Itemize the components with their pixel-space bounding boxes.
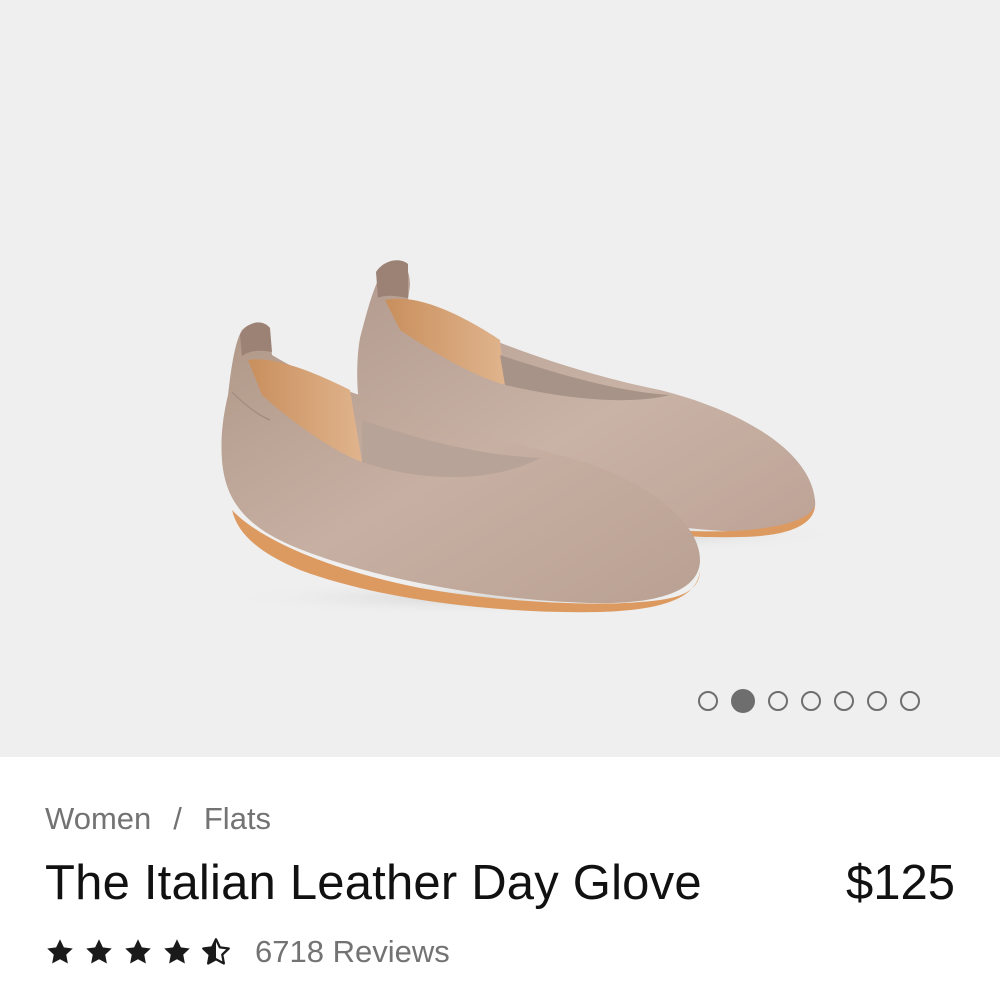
product-title: The Italian Leather Day Glove <box>45 856 702 910</box>
star-full-icon <box>45 937 75 967</box>
star-rating <box>45 937 231 967</box>
carousel-dot-active[interactable] <box>731 689 755 713</box>
carousel-dot[interactable] <box>768 691 788 711</box>
product-image[interactable] <box>0 0 1000 757</box>
star-full-icon <box>162 937 192 967</box>
star-full-icon <box>123 937 153 967</box>
carousel-dot[interactable] <box>834 691 854 711</box>
star-full-icon <box>84 937 114 967</box>
carousel-dot[interactable] <box>867 691 887 711</box>
product-info: Women / Flats The Italian Leather Day Gl… <box>45 757 955 1000</box>
breadcrumb-flats[interactable]: Flats <box>204 801 271 837</box>
reviews-count-link[interactable]: 6718 Reviews <box>255 934 450 970</box>
product-gallery[interactable] <box>0 0 1000 757</box>
breadcrumb: Women / Flats <box>45 801 271 837</box>
product-price: $125 <box>845 856 955 910</box>
rating-summary[interactable]: 6718 Reviews <box>45 934 450 970</box>
star-half-icon <box>201 937 231 967</box>
carousel-dot[interactable] <box>900 691 920 711</box>
breadcrumb-separator: / <box>173 801 182 836</box>
breadcrumb-women[interactable]: Women <box>45 801 151 837</box>
carousel-dots <box>698 689 920 717</box>
carousel-dot[interactable] <box>801 691 821 711</box>
carousel-dot[interactable] <box>698 691 718 711</box>
